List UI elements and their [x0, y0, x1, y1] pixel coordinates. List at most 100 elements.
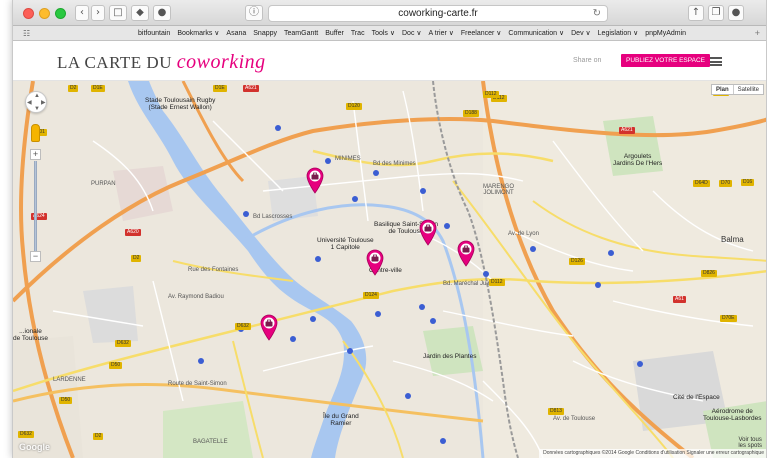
publish-space-button[interactable]: PUBLIEZ VOTRE ESPACE	[621, 54, 710, 67]
road-number-badge: A61	[673, 296, 686, 303]
coworking-pin-icon[interactable]	[418, 218, 438, 246]
privacy-icon[interactable]: ⓘ	[245, 5, 263, 21]
map-type-plan-button[interactable]: Plan	[712, 85, 734, 94]
minimize-window-button[interactable]	[39, 8, 50, 19]
map-label-bagatelle: BAGATELLE	[193, 439, 228, 445]
share-label: Share on	[573, 57, 602, 64]
share-icon[interactable]: ↑	[688, 5, 704, 21]
map-label-bd-minimes: Bd des Minimes	[373, 161, 416, 167]
zoom-out-button[interactable]: −	[30, 251, 41, 262]
reload-icon[interactable]: ↻	[593, 6, 601, 21]
map-label-argoulets: Argoulets Jardins De l'Hers	[613, 153, 663, 167]
road-number-badge: D64D	[693, 180, 710, 187]
street-view-icon[interactable]	[31, 124, 40, 142]
road-number-badge: D1E	[91, 85, 105, 92]
bookmark-item[interactable]: Doc ∨	[402, 30, 422, 37]
road-number-badge: D126	[569, 258, 585, 265]
map-credits[interactable]: Données cartographiques ©2014 Google Con…	[539, 449, 766, 458]
logo-main-text: LA CARTE DU	[57, 53, 177, 72]
map-label-minimes: MINIMES	[335, 156, 361, 162]
road-number-badge: D632	[18, 431, 34, 438]
google-logo[interactable]: Google	[19, 442, 50, 452]
road-number-badge: D2	[68, 85, 79, 92]
browser-window: ‹ › □ ◆ ● ⓘ coworking-carte.fr ↻ ↑ ❐ ● ☷…	[12, 0, 767, 458]
road-number-badge: A620	[125, 229, 141, 236]
map-label-ile-ramier: Île du Grand Ramier	[323, 413, 359, 427]
bookmark-item[interactable]: Legislation ∨	[598, 30, 639, 37]
coworking-pin-icon[interactable]	[456, 239, 476, 267]
url-text: coworking-carte.fr	[398, 8, 478, 19]
road-number-badge: D813	[548, 408, 564, 415]
road-number-badge: A621	[619, 127, 635, 134]
road-number-badge: A621	[243, 85, 259, 92]
bookmark-item[interactable]: A trier ∨	[429, 30, 454, 37]
map-label-lardenne: LARDENNE	[53, 377, 86, 383]
downloads-icon[interactable]: ●	[728, 5, 744, 21]
bookmark-item[interactable]: pnpMyAdmin	[645, 30, 686, 37]
bookmark-item[interactable]: Asana	[226, 30, 246, 37]
road-number-badge: D112	[483, 91, 499, 98]
map-label-rue-fontaines: Rue des Fontaines	[188, 267, 239, 273]
address-bar[interactable]: coworking-carte.fr ↻	[268, 5, 608, 22]
pocket-icon[interactable]: ◆	[131, 5, 149, 21]
bookmark-item[interactable]: bitfountain	[138, 30, 170, 37]
voir-tous-link[interactable]: Voir tous les spots	[738, 437, 762, 449]
map-label-hopital: ...ionale de Toulouse	[13, 328, 48, 342]
road-number-badge: D112	[489, 279, 505, 286]
back-button[interactable]: ‹	[75, 5, 89, 21]
map-pan-icon[interactable]: ▲ ▼ ◀ ▶	[25, 91, 47, 113]
map-label-marengo: MARENGO JOLIMONT	[483, 184, 515, 196]
map-label-bd-mar: Bd. Maréchal Juin	[443, 281, 492, 287]
map-label-av-raymond: Av. Raymond Badiou	[168, 294, 224, 300]
road-number-badge: D16	[741, 179, 755, 186]
road-number-badge: D632	[115, 340, 131, 347]
bookmark-item[interactable]: Freelancer ∨	[461, 30, 502, 37]
map-canvas[interactable]: Stade Toulousain Rugby (Stade Ernest Wall…	[13, 81, 766, 458]
map-label-balma: Balma	[721, 235, 744, 244]
forward-button[interactable]: ›	[91, 5, 105, 21]
zoom-slider[interactable]	[34, 161, 37, 251]
road-number-badge: D632	[235, 323, 251, 330]
bookmark-list: bitfountain Bookmarks ∨ Asana Snappy TeamGan…	[138, 29, 693, 37]
bookmark-item[interactable]: Bookmarks ∨	[177, 30, 219, 37]
extension-icon[interactable]: ●	[153, 5, 171, 21]
bookmark-item[interactable]: TeamGantt	[284, 30, 318, 37]
bookmark-item[interactable]: Tools ∨	[372, 30, 395, 37]
coworking-pin-icon[interactable]	[365, 248, 385, 276]
zoom-in-button[interactable]: +	[30, 149, 41, 160]
road-number-badge: D50	[59, 397, 73, 404]
map-label-purpan: PURPAN	[91, 181, 116, 187]
road-number-badge: D2	[93, 433, 104, 440]
top-sites-icon[interactable]: ☷	[23, 29, 30, 38]
close-window-button[interactable]	[23, 8, 34, 19]
map-label-aerodrome: Aérodrome de Toulouse-Lasbordes	[703, 408, 762, 422]
road-number-badge: D70E	[720, 315, 737, 322]
coworking-pin-icon[interactable]	[259, 313, 279, 341]
road-number-badge: D120	[346, 103, 362, 110]
tabs-icon[interactable]: ❐	[708, 5, 724, 21]
road-number-badge: D124	[363, 292, 379, 299]
bookmark-item[interactable]: Dev ∨	[571, 30, 591, 37]
site-logo[interactable]: LA CARTE DU coworking	[57, 51, 266, 74]
map-type-satellite-button[interactable]: Satellite	[734, 85, 763, 94]
logo-accent-text: coworking	[176, 51, 266, 73]
bookmark-item[interactable]: Trac	[351, 30, 365, 37]
map-label-jardin-plantes: Jardin des Plantes	[423, 353, 477, 360]
menu-icon[interactable]	[710, 57, 722, 66]
road-number-badge: D188	[463, 110, 479, 117]
map-label-cite-espace: Cité de l'Espace	[673, 394, 720, 401]
coworking-pin-icon[interactable]	[305, 166, 325, 194]
sidebar-icon[interactable]: □	[109, 5, 127, 21]
road-number-badge: D50	[109, 362, 123, 369]
site-header: LA CARTE DU coworking Share on PUBLIEZ V…	[13, 41, 766, 81]
browser-toolbar: ‹ › □ ◆ ● ⓘ coworking-carte.fr ↻ ↑ ❐ ●	[13, 0, 766, 26]
bookmark-item[interactable]: Snappy	[253, 30, 277, 37]
bookmark-item[interactable]: Buffer	[325, 30, 344, 37]
road-number-badge: D70	[719, 180, 733, 187]
bookmarks-bar: ☷ bitfountain Bookmarks ∨ Asana Snappy TeamG…	[13, 26, 766, 41]
map-label-bd-lascrosses: Bd Lascrosses	[253, 214, 293, 220]
bookmark-item[interactable]: Communication ∨	[508, 30, 564, 37]
map-label-route-simon: Route de Saint-Simon	[168, 381, 227, 387]
add-tab-icon[interactable]: +	[755, 28, 760, 38]
zoom-window-button[interactable]	[55, 8, 66, 19]
